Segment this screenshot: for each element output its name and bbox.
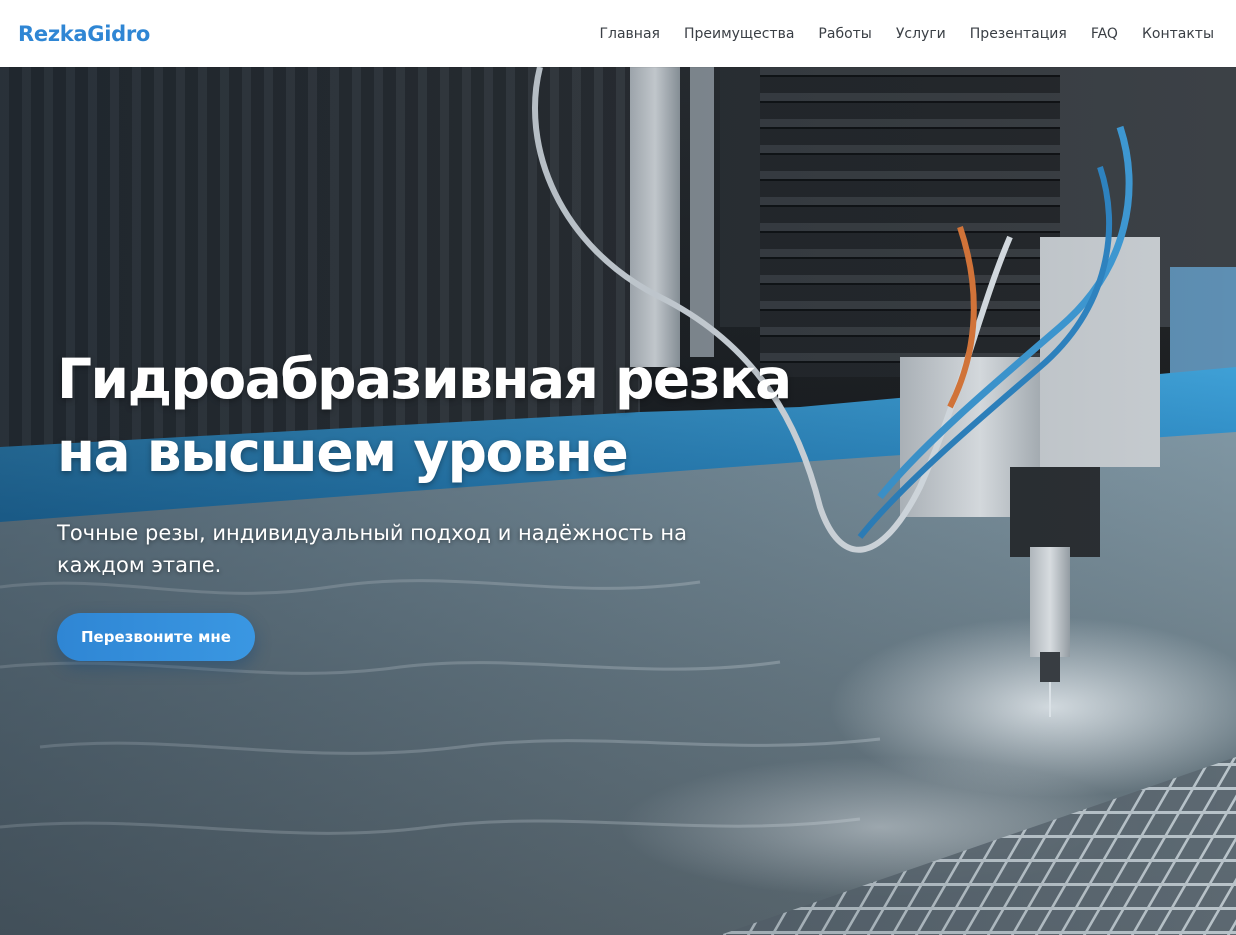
hero-section: Гидроабразивная резка на высшем уровне Т… [0, 67, 1236, 935]
nav-item-presentation[interactable]: Презентация [970, 26, 1067, 42]
nav-item-works[interactable]: Работы [818, 26, 871, 42]
hero-subtitle: Точные резы, индивидуальный подход и над… [57, 521, 688, 577]
callback-button[interactable]: Перезвоните мне [57, 613, 255, 661]
hero-title-line-2: на высшем уровне [57, 420, 629, 484]
nav-item-contacts[interactable]: Контакты [1142, 26, 1214, 42]
main-nav: Главная Преимущества Работы Услуги Презе… [599, 26, 1214, 42]
hero-title-line-1: Гидроабразивная резка [57, 347, 792, 411]
nav-item-advantages[interactable]: Преимущества [684, 26, 794, 42]
site-header: RezkaGidro Главная Преимущества Работы У… [0, 0, 1236, 67]
nav-item-home[interactable]: Главная [599, 26, 659, 42]
hero-content: Гидроабразивная резка на высшем уровне Т… [57, 343, 817, 661]
nav-item-services[interactable]: Услуги [896, 26, 946, 42]
nav-item-faq[interactable]: FAQ [1091, 26, 1118, 42]
hero-title: Гидроабразивная резка на высшем уровне [57, 343, 817, 489]
site-logo[interactable]: RezkaGidro [18, 22, 150, 46]
